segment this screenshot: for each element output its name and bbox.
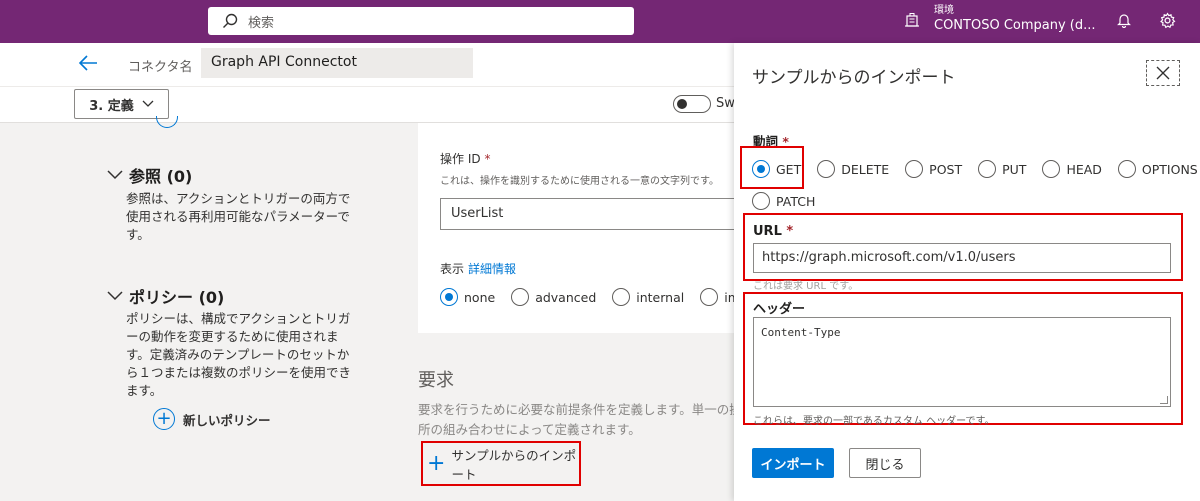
verb-option-post[interactable]: POST [905, 160, 962, 178]
panel-title: サンプルからのインポート [752, 68, 956, 88]
step-dropdown-value: 3. 定義 [89, 98, 134, 114]
option-label: PATCH [776, 193, 816, 209]
environment-icon [905, 13, 919, 27]
radio[interactable] [752, 192, 770, 210]
headers-textarea[interactable]: Content-Type [753, 317, 1171, 407]
search-box[interactable]: 検索 [208, 7, 634, 35]
radio[interactable] [905, 160, 924, 178]
search-icon [223, 13, 238, 28]
policies-header[interactable]: ポリシー (0) [107, 284, 224, 308]
references-description: 参照は、アクションとトリガーの両方で使用される再利用可能なパラメーターです。 [126, 191, 351, 242]
top-bar: 検索 環境 CONTOSO Company (d... [0, 0, 1200, 43]
search-placeholder: 検索 [248, 15, 275, 31]
bell-icon[interactable] [1116, 12, 1132, 28]
request-title: 要求 [418, 370, 454, 391]
radio[interactable] [511, 288, 530, 306]
required-mark: * [786, 224, 794, 239]
chevron-down-icon [107, 291, 123, 301]
visibility-label: 表示 詳細情報 [440, 260, 516, 277]
gear-icon[interactable] [1159, 12, 1176, 29]
plus-icon: + [427, 450, 446, 476]
radio-selected[interactable] [752, 160, 770, 178]
verb-option-delete[interactable]: DELETE [817, 160, 889, 178]
chevron-down-icon [142, 100, 154, 107]
url-hint: これは要求 URL です。 [753, 281, 859, 292]
resize-grip-icon[interactable] [1160, 396, 1168, 404]
option-label: advanced [535, 289, 597, 305]
verb-option-put[interactable]: PUT [978, 160, 1026, 178]
connector-name-label: コネクタ名 [128, 60, 193, 75]
connector-name-input[interactable]: Graph API Connectot [201, 48, 473, 78]
new-policy-label: 新しいポリシー [183, 412, 271, 428]
headers-value: Content-Type [761, 326, 841, 339]
import-from-sample-label: サンプルからのインポート [451, 447, 577, 482]
option-label: GET [776, 161, 802, 177]
import-from-sample-link[interactable]: + サンプルからのインポート [421, 441, 581, 486]
visibility-option-advanced[interactable]: advanced [511, 288, 596, 306]
option-label: PUT [1002, 161, 1027, 177]
verb-option-head[interactable]: HEAD [1042, 160, 1102, 178]
back-arrow-icon[interactable] [78, 54, 98, 72]
required-mark: * [484, 152, 491, 166]
radio[interactable] [1042, 160, 1061, 178]
option-label: internal [636, 289, 685, 305]
verb-radio-group-row2: PATCH [752, 192, 831, 210]
option-label: POST [929, 161, 963, 177]
option-label: HEAD [1066, 161, 1102, 177]
option-label: none [464, 289, 496, 305]
headers-hint: これらは、要求の一部であるカスタム ヘッダーです。 [753, 416, 995, 427]
option-label: DELETE [841, 161, 890, 177]
visibility-option-internal[interactable]: internal [612, 288, 684, 306]
url-label-text: URL [753, 224, 782, 239]
connector-header: コネクタ名 Graph API Connectot [0, 43, 734, 87]
environment-picker[interactable]: 環境 CONTOSO Company (d... [934, 4, 1096, 35]
request-description-line: 所の組み合わせによって定義されます。 [418, 422, 641, 437]
close-button[interactable] [1146, 60, 1180, 86]
radio[interactable] [817, 160, 836, 178]
url-input[interactable]: https://graph.microsoft.com/v1.0/users [753, 243, 1171, 273]
radio[interactable] [978, 160, 997, 178]
swagger-toggle[interactable] [673, 95, 711, 113]
verb-option-get[interactable]: GET [752, 160, 801, 178]
operation-id-description: これは、操作を識別するために使用される一意の文字列です。 [440, 176, 719, 187]
request-description-line: 要求を行うために必要な前提条件を定義します。単一の操 [418, 402, 734, 417]
close-icon [1156, 66, 1170, 80]
references-header[interactable]: 参照 (0) [107, 163, 192, 187]
policies-description: ポリシーは、構成でアクションとトリガーの動作を変更するために使用されます。定義済… [126, 311, 352, 398]
step-row: 3. 定義 Swa [0, 87, 743, 123]
environment-value: CONTOSO Company (d... [934, 18, 1096, 33]
close-panel-button[interactable]: 閉じる [849, 448, 921, 478]
option-label: OPTIONS [1141, 161, 1198, 177]
learn-more-link[interactable]: 詳細情報 [468, 262, 516, 276]
verb-radio-group: GET DELETE POST PUT HEAD OPTIONS [752, 160, 1200, 178]
operation-id-input[interactable]: UserList [440, 198, 734, 230]
radio[interactable] [612, 288, 631, 306]
environment-label: 環境 [934, 5, 954, 16]
references-title: 参照 (0) [129, 167, 193, 186]
plus-icon: + [153, 408, 175, 430]
visibility-option-none[interactable]: none [440, 288, 495, 306]
request-description: 要求を行うために必要な前提条件を定義します。単一の操 所の組み合わせによって定義… [418, 400, 734, 440]
radio-selected[interactable] [440, 288, 458, 306]
visibility-label-text: 表示 [440, 262, 465, 276]
policies-title: ポリシー (0) [129, 288, 225, 307]
operation-id-label: 操作 ID * [440, 150, 490, 167]
operation-id-label-text: 操作 ID [440, 152, 481, 166]
url-label: URL * [753, 224, 793, 239]
radio[interactable] [1117, 160, 1136, 178]
chevron-down-icon [107, 170, 123, 180]
step-dropdown[interactable]: 3. 定義 [74, 89, 169, 119]
headers-label: ヘッダー [753, 302, 806, 317]
add-icon-partial[interactable] [156, 116, 178, 128]
verb-option-patch[interactable]: PATCH [752, 192, 815, 210]
radio[interactable] [700, 288, 719, 306]
import-button[interactable]: インポート [752, 448, 834, 478]
new-policy-button[interactable]: + 新しいポリシー [153, 408, 271, 430]
verb-option-options[interactable]: OPTIONS [1117, 160, 1198, 178]
